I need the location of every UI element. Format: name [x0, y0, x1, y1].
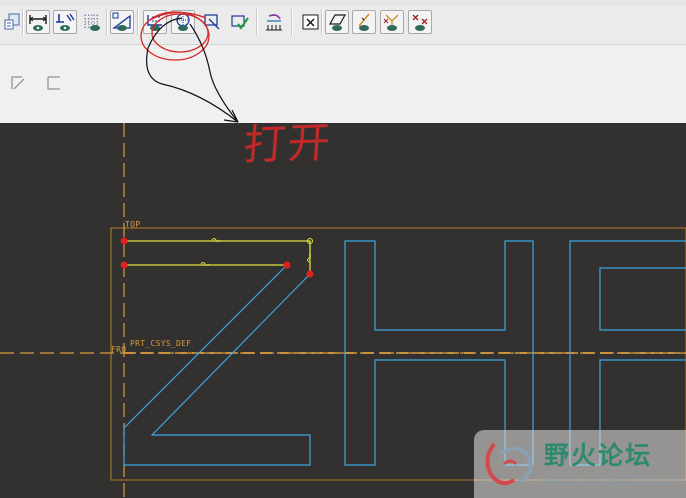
plane-display-icon[interactable] — [325, 10, 349, 34]
rectangle-tool-icon[interactable] — [47, 76, 60, 90]
spin-center-icon[interactable] — [408, 10, 432, 34]
line-tool-icon[interactable] — [11, 76, 25, 90]
side-plane-label[interactable]: FRO — [111, 345, 126, 354]
toolbar-separator — [291, 9, 293, 35]
sketch-letter-z[interactable] — [123, 264, 311, 466]
csys-display-icon[interactable] — [380, 10, 404, 34]
sketch-references-icon[interactable] — [143, 10, 167, 34]
shade-closed-loops-icon[interactable] — [200, 10, 224, 34]
grid-display-icon[interactable] — [80, 10, 104, 34]
sketcher-window: TOP PRT_CSYS_DEF FRO 野火论坛 www.proewildfi… — [0, 0, 686, 498]
sketch-toolbar — [0, 0, 686, 45]
toolbar-separator — [321, 9, 323, 35]
point-display-icon[interactable] — [352, 10, 376, 34]
toolbar-top-strip — [0, 0, 686, 6]
forum-title: 野火论坛 — [544, 441, 653, 470]
sketch-vertices[interactable] — [120, 237, 314, 278]
toolbar-separator — [106, 9, 108, 35]
sketch-mode-icons — [11, 76, 60, 90]
model-tree-area — [0, 45, 686, 123]
diagnose-check-icon[interactable] — [228, 10, 252, 34]
toolbar-separator — [22, 9, 24, 35]
forum-logo-icon — [485, 442, 533, 486]
forum-watermark: 野火论坛 www.proewildfire.cn — [474, 430, 686, 498]
datum-display-icon[interactable] — [262, 10, 286, 34]
selected-entities[interactable] — [124, 240, 311, 274]
constraint-toggle-icon[interactable] — [53, 10, 77, 34]
toolbar-separator — [256, 9, 258, 35]
forum-url: www.proewildfire.cn — [542, 474, 675, 489]
annotation-text: 打开 — [241, 117, 334, 170]
toolbar-separator — [137, 9, 139, 35]
csys-label[interactable]: PRT_CSYS_DEF — [130, 339, 191, 348]
dimension-button-icon[interactable] — [26, 10, 50, 34]
vertex-display-icon[interactable] — [110, 10, 134, 34]
datum-plane-label[interactable]: TOP — [125, 220, 140, 229]
sketch-orientation-icon[interactable] — [171, 10, 195, 34]
constraint-symbols — [200, 238, 311, 266]
axis-display-icon[interactable] — [299, 10, 323, 34]
